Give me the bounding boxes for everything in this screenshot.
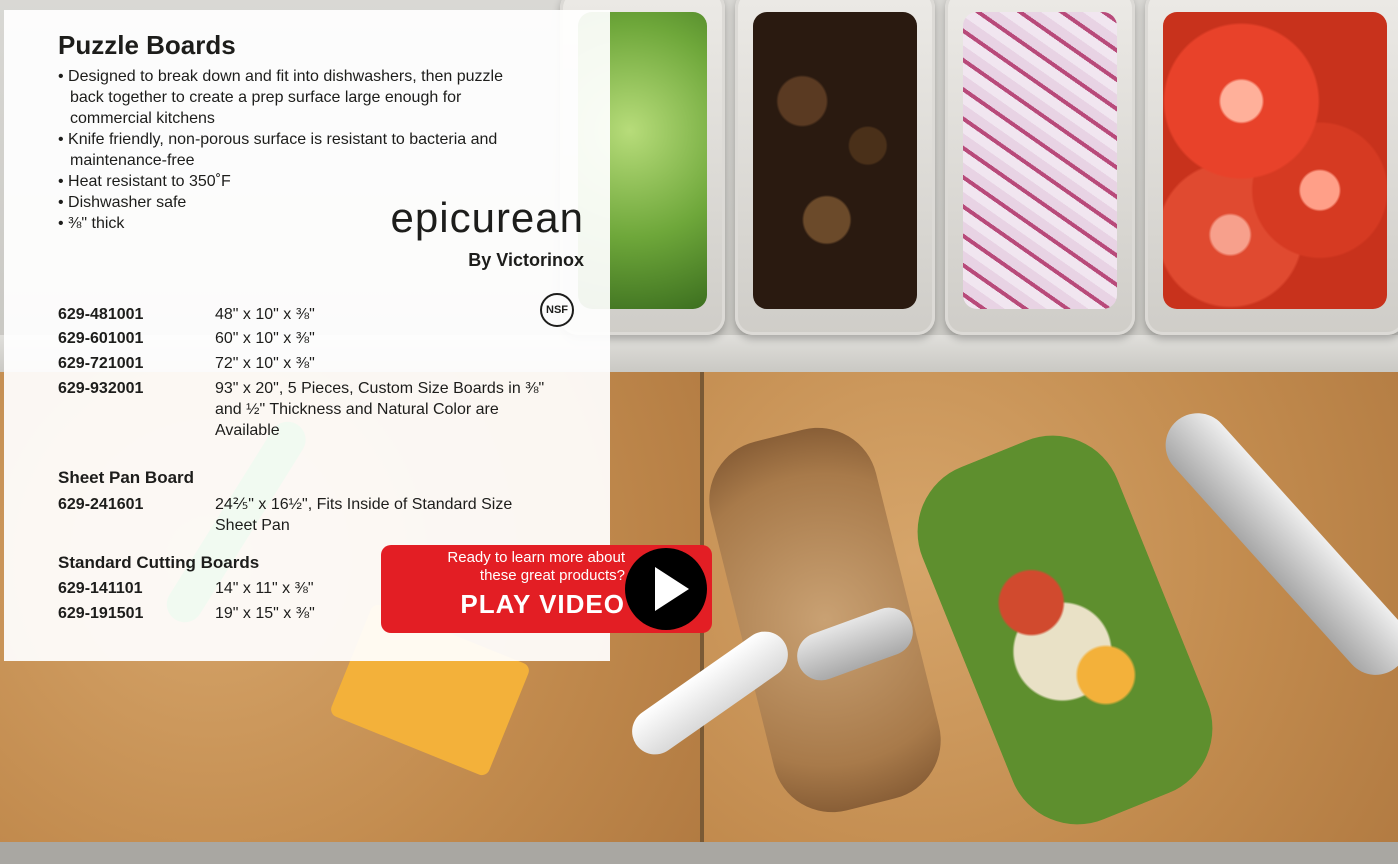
sku-number: 629-932001 (58, 380, 144, 397)
sku-description: 60" x 10" x ⅜" (215, 330, 315, 347)
video-prompt-line: these great products? (479, 567, 625, 584)
feature-item: Designed to break down and fit into dish… (58, 66, 528, 129)
sku-description: 14" x 11" x ⅜" (215, 580, 314, 597)
onions-pan (945, 0, 1135, 335)
section-heading-standard: Standard Cutting Boards (58, 553, 260, 572)
sku-number: 629-191501 (58, 605, 144, 622)
sku-description: 48" x 10" x ⅜" (215, 306, 315, 323)
brand-logo: epicurean By Victorinox (340, 196, 584, 271)
feature-item: Heat resistant to 350˚F (58, 171, 528, 192)
sku-number: 629-141101 (58, 580, 143, 597)
sku-number: 629-241601 (58, 496, 144, 513)
play-video-label: PLAY VIDEO (460, 589, 625, 619)
brand-tagline: By Victorinox (468, 250, 584, 270)
sku-description: 24⅖" x 16½", Fits Inside of Standard Siz… (215, 496, 513, 534)
section-heading-sheet-pan: Sheet Pan Board (58, 468, 195, 487)
video-prompt: Ready to learn more about these great pr… (395, 549, 625, 619)
feature-item: Knife friendly, non-porous surface is re… (58, 129, 528, 171)
video-prompt-line: Ready to learn more about (447, 549, 625, 566)
play-video-button[interactable]: Ready to learn more about these great pr… (381, 545, 712, 633)
sku-description: 19" x 15" x ⅜" (215, 605, 315, 622)
product-title: Puzzle Boards (58, 30, 236, 60)
sku-number: 629-481001 (58, 306, 144, 323)
sku-number: 629-601001 (58, 330, 144, 347)
play-icon[interactable] (625, 548, 707, 630)
olives-pan (735, 0, 935, 335)
tomato-pan (1145, 0, 1398, 335)
sku-description: 72" x 10" x ⅜" (215, 355, 315, 372)
brand-name: epicurean (390, 194, 584, 241)
counter-bottom (0, 842, 1398, 864)
sku-number: 629-721001 (58, 355, 144, 372)
play-triangle (655, 567, 689, 611)
sku-description: 93" x 20", 5 Pieces, Custom Size Boards … (215, 380, 545, 439)
